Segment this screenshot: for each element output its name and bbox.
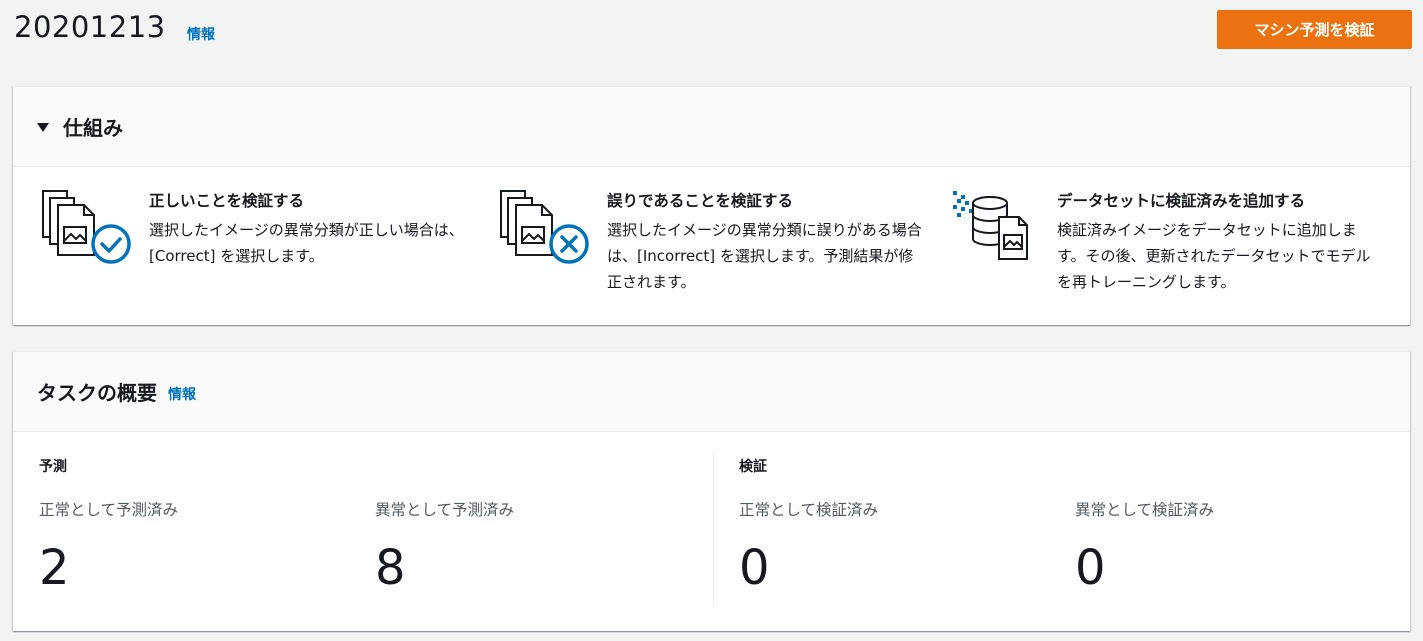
verified-normal-label: 正常として検証済み bbox=[739, 501, 879, 519]
verified-normal-value: 0 bbox=[739, 540, 770, 596]
how-it-works-header[interactable]: 仕組み bbox=[13, 87, 1410, 167]
verify-incorrect-icon bbox=[500, 190, 589, 264]
step-description: 選択したイメージの異常分類が正しい場合は、[Correct] を選択します。 bbox=[149, 221, 464, 265]
predicted-anomaly-label: 異常として予測済み bbox=[375, 501, 515, 519]
predicted-normal-value: 2 bbox=[39, 540, 70, 596]
verify-predictions-button[interactable]: マシン予測を検証 bbox=[1217, 10, 1412, 49]
caret-down-icon[interactable] bbox=[37, 123, 49, 132]
verified-anomaly-label: 異常として検証済み bbox=[1075, 501, 1215, 519]
verification-group-label: 検証 bbox=[739, 459, 767, 475]
predicted-normal-label: 正常として予測済み bbox=[39, 501, 179, 519]
page-title: 20201213 bbox=[14, 10, 166, 44]
step-title: 正しいことを検証する bbox=[149, 192, 305, 210]
add-to-dataset-icon bbox=[953, 191, 1028, 260]
task-overview-title: タスクの概要 bbox=[37, 381, 157, 405]
predicted-anomaly-value: 8 bbox=[375, 540, 406, 596]
verify-correct-icon bbox=[42, 190, 131, 264]
how-it-works-panel: 仕組み 正しいことを検証する 選択したイメージの異常分類が正しい場合は、[Cor… bbox=[13, 86, 1410, 325]
info-link[interactable]: 情報 bbox=[168, 384, 196, 404]
task-overview-panel: タスクの概要 情報 予測 正常として予測済み 2 異常として予測済み 8 検証 … bbox=[13, 351, 1410, 631]
prediction-group-label: 予測 bbox=[39, 459, 67, 475]
task-overview-header: タスクの概要 情報 bbox=[13, 352, 1410, 432]
verified-anomaly-value: 0 bbox=[1075, 540, 1106, 596]
task-overview-body: 予測 正常として予測済み 2 異常として予測済み 8 検証 正常として検証済み … bbox=[13, 432, 1410, 631]
step-title: データセットに検証済みを追加する bbox=[1057, 192, 1306, 210]
step-title: 誤りであることを検証する bbox=[607, 192, 793, 210]
info-link[interactable]: 情報 bbox=[187, 24, 215, 44]
step-description: 検証済みイメージをデータセットに追加します。その後、更新されたデータセットでモデ… bbox=[1057, 221, 1371, 291]
step-description: 選択したイメージの異常分類に誤りがある場合は、[Incorrect] を選択しま… bbox=[607, 221, 922, 291]
column-divider bbox=[713, 452, 714, 607]
how-it-works-title: 仕組み bbox=[63, 116, 123, 140]
steps-list: 正しいことを検証する 選択したイメージの異常分類が正しい場合は、[Correct… bbox=[13, 167, 1410, 325]
